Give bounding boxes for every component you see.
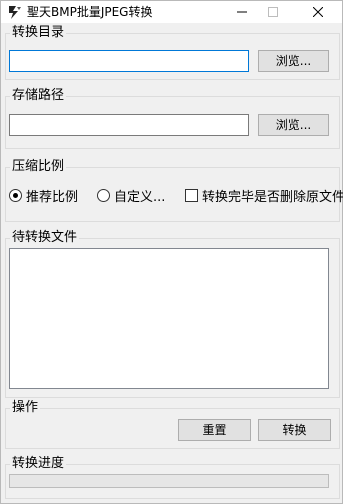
delete-original-checkbox[interactable]: 转换完毕是否删除原文件 bbox=[185, 186, 343, 205]
close-icon bbox=[313, 7, 323, 17]
recommended-radio-circle[interactable] bbox=[9, 189, 22, 202]
compression-label: 压缩比例 bbox=[10, 158, 67, 176]
pending-files-group: 待转换文件 bbox=[5, 229, 340, 398]
actions-group: 操作 重置 转换 bbox=[5, 399, 340, 449]
reset-button[interactable]: 重置 bbox=[178, 419, 251, 441]
convert-button[interactable]: 转换 bbox=[258, 419, 331, 441]
minimize-button[interactable] bbox=[227, 1, 257, 23]
custom-radio-circle[interactable] bbox=[97, 189, 110, 202]
maximize-icon bbox=[268, 7, 278, 17]
compression-group: 压缩比例 推荐比例 自定义... 转换完毕是否删除原文件 bbox=[5, 158, 343, 222]
custom-radio-label: 自定义... bbox=[114, 190, 166, 205]
save-path-input[interactable] bbox=[9, 114, 249, 136]
delete-original-checkbox-label: 转换完毕是否删除原文件 bbox=[202, 190, 343, 205]
save-path-browse-button[interactable]: 浏览... bbox=[258, 114, 329, 136]
progress-bar bbox=[9, 474, 329, 488]
convert-dir-group: 转换目录 浏览... bbox=[5, 24, 340, 80]
save-path-group: 存储路径 浏览... bbox=[5, 87, 340, 149]
pending-files-list[interactable] bbox=[9, 248, 329, 389]
convert-dir-label: 转换目录 bbox=[10, 24, 67, 42]
app-window: 聖天BMP批量JPEG转换 转换目录 浏览... 存储路径 浏览... 压缩比例… bbox=[0, 0, 343, 504]
recommended-radio[interactable]: 推荐比例 bbox=[9, 186, 78, 205]
maximize-button[interactable] bbox=[258, 1, 288, 23]
window-title: 聖天BMP批量JPEG转换 bbox=[27, 5, 153, 19]
progress-label: 转换进度 bbox=[10, 455, 67, 473]
minimize-icon bbox=[237, 11, 247, 13]
close-button[interactable] bbox=[303, 1, 333, 23]
title-bar: 聖天BMP批量JPEG转换 bbox=[1, 1, 342, 23]
app-icon bbox=[7, 4, 23, 20]
save-path-label: 存储路径 bbox=[10, 87, 67, 105]
delete-original-checkbox-box[interactable] bbox=[185, 189, 198, 202]
progress-group: 转换进度 bbox=[5, 455, 340, 499]
actions-label: 操作 bbox=[10, 399, 41, 417]
pending-files-label: 待转换文件 bbox=[10, 229, 80, 247]
recommended-radio-label: 推荐比例 bbox=[26, 190, 79, 205]
convert-dir-browse-button[interactable]: 浏览... bbox=[258, 50, 329, 72]
custom-radio[interactable]: 自定义... bbox=[97, 186, 165, 205]
convert-dir-input[interactable] bbox=[9, 50, 249, 72]
